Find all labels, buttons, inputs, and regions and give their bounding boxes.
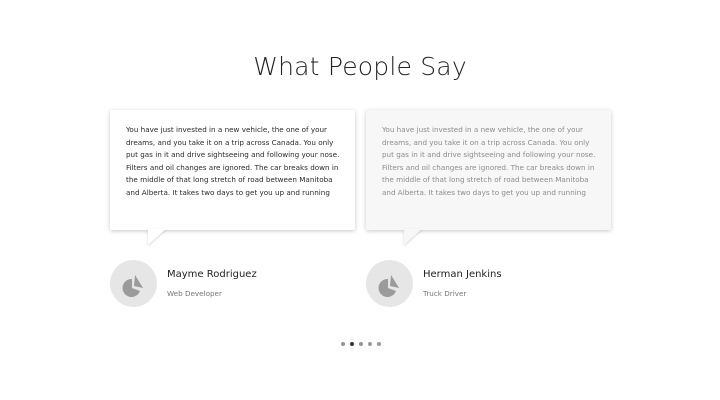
author-name: Mayme Rodriguez — [167, 269, 257, 280]
author-role: Web Developer — [167, 289, 222, 298]
author-role: Truck Driver — [423, 289, 467, 298]
carousel-dot-active[interactable] — [350, 342, 354, 346]
carousel-pagination — [341, 342, 381, 348]
testimonial-quote: You have just invested in a new vehicle,… — [382, 125, 596, 197]
carousel-dot[interactable] — [341, 342, 345, 346]
testimonial-author: Mayme Rodriguez Web Developer — [110, 258, 355, 308]
testimonial-card: You have just invested in a new vehicle,… — [366, 110, 611, 310]
author-name: Herman Jenkins — [423, 269, 502, 280]
speech-bubble-tail — [404, 229, 422, 245]
speech-bubble: You have just invested in a new vehicle,… — [366, 110, 611, 230]
testimonial-quote: You have just invested in a new vehicle,… — [126, 125, 340, 197]
testimonial-author: Herman Jenkins Truck Driver — [366, 258, 611, 308]
carousel-dot[interactable] — [377, 342, 381, 346]
section-title: What People Say — [253, 52, 467, 81]
user-avatar-placeholder-icon — [110, 260, 157, 307]
testimonials-section: What People Say You have just invested i… — [0, 0, 720, 400]
speech-bubble-tail — [148, 229, 166, 245]
carousel-dot[interactable] — [359, 342, 363, 346]
user-avatar-placeholder-icon — [366, 260, 413, 307]
testimonial-card: You have just invested in a new vehicle,… — [110, 110, 355, 310]
carousel-dot[interactable] — [368, 342, 372, 346]
speech-bubble: You have just invested in a new vehicle,… — [110, 110, 355, 230]
